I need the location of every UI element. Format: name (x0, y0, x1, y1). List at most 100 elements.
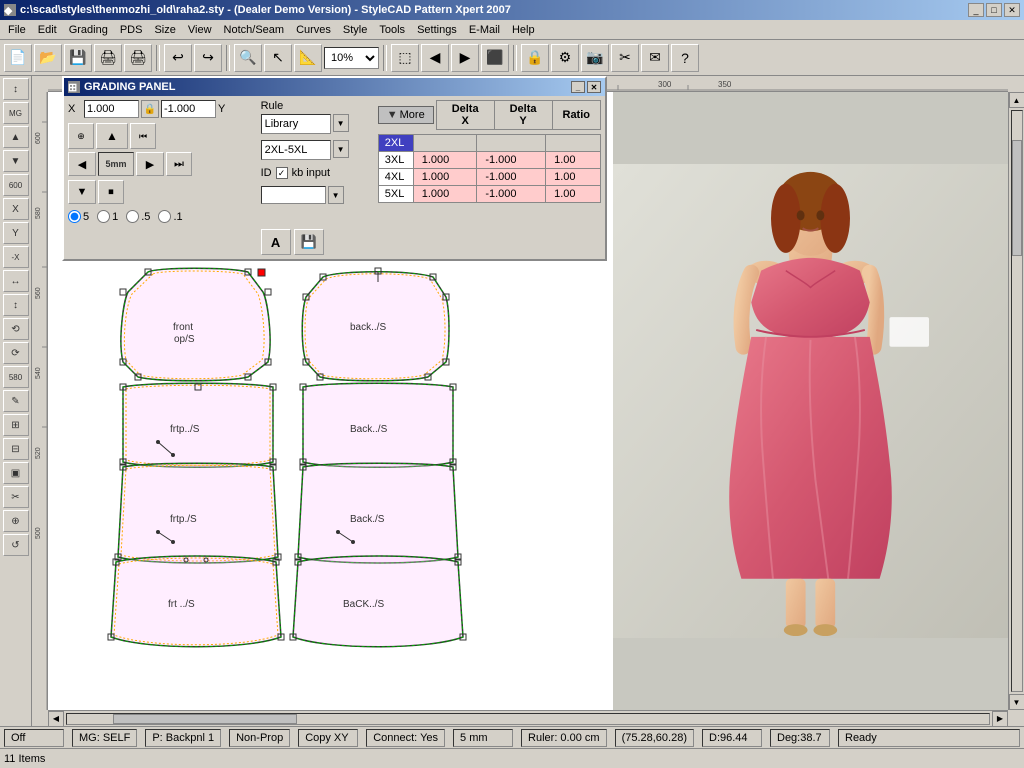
scroll-vtrack[interactable] (1011, 110, 1023, 692)
title-bar: ◆ c:\scad\styles\thenmozhi_old\raha2.sty… (0, 0, 1024, 20)
y-input[interactable] (161, 100, 216, 118)
ctrl-back-btn[interactable]: ⏭ (166, 152, 192, 176)
lt-btn15[interactable]: ⊞ (3, 414, 29, 436)
lt-btn20[interactable]: ↺ (3, 534, 29, 556)
id-input[interactable] (261, 186, 326, 204)
menu-file[interactable]: File (2, 22, 32, 38)
scroll-track[interactable] (66, 713, 990, 725)
tb-btn3[interactable]: ▶ (451, 44, 479, 72)
scroll-vthumb[interactable] (1012, 140, 1022, 256)
email-button[interactable]: ✉ (641, 44, 669, 72)
svg-text:BaCK../S: BaCK../S (343, 599, 384, 610)
tb-btn1[interactable]: ⬚ (391, 44, 419, 72)
menu-size[interactable]: Size (148, 22, 181, 38)
scroll-right-button[interactable]: ▶ (992, 711, 1008, 727)
scroll-left-button[interactable]: ◀ (48, 711, 64, 727)
lt-btn17[interactable]: ▣ (3, 462, 29, 484)
magnify-button[interactable]: 🔍 (234, 44, 262, 72)
nav-left[interactable]: ◀ (68, 152, 96, 176)
measure-button[interactable]: 📐 (294, 44, 322, 72)
lt-btn12[interactable]: ⟳ (3, 342, 29, 364)
scroll-down-button[interactable]: ▼ (1009, 694, 1024, 710)
tb-btn4[interactable]: ⬛ (481, 44, 509, 72)
lock-button[interactable]: 🔒 (141, 100, 159, 118)
lt-btn13[interactable]: 580 (3, 366, 29, 388)
nav-down[interactable]: ▼ (68, 180, 96, 204)
lt-btn11[interactable]: ⟲ (3, 318, 29, 340)
menu-email[interactable]: E-Mail (463, 22, 506, 38)
lt-btn10[interactable]: ↕ (3, 294, 29, 316)
radio-5[interactable]: 5 (68, 210, 89, 223)
print2-button[interactable]: 🖨 (124, 44, 152, 72)
help-button[interactable]: ? (671, 44, 699, 72)
maximize-button[interactable]: □ (986, 3, 1002, 17)
lt-btn8[interactable]: -X (3, 246, 29, 268)
ctrl-btn1[interactable]: ⊕ (68, 123, 94, 149)
tb-btn5[interactable]: ⚙ (551, 44, 579, 72)
lt-btn5[interactable]: 600 (3, 174, 29, 196)
nav-right[interactable]: ▶ (136, 152, 164, 176)
cursor-button[interactable]: ↖ (264, 44, 292, 72)
th-deltax: Delta X (436, 101, 494, 130)
panel-close[interactable]: ✕ (587, 81, 601, 93)
menu-tools[interactable]: Tools (373, 22, 411, 38)
radio-tenth[interactable]: .1 (158, 210, 182, 223)
open-button[interactable]: 📂 (34, 44, 62, 72)
lt-btn9[interactable]: ↔ (3, 270, 29, 292)
menu-style[interactable]: Style (337, 22, 373, 38)
menu-curves[interactable]: Curves (290, 22, 337, 38)
scrollbar-vertical[interactable]: ▲ ▼ (1008, 92, 1024, 710)
menu-notch-seam[interactable]: Notch/Seam (218, 22, 291, 38)
a-button[interactable]: A (261, 229, 291, 255)
close-button[interactable]: ✕ (1004, 3, 1020, 17)
lock-button[interactable]: 🔒 (521, 44, 549, 72)
lt-btn19[interactable]: ⊕ (3, 510, 29, 532)
x-input[interactable] (84, 100, 139, 118)
tb-btn2[interactable]: ◀ (421, 44, 449, 72)
lt-btn2[interactable]: MG (3, 102, 29, 124)
library-dropdown[interactable]: ▼ (333, 114, 349, 132)
lt-btn14[interactable]: ✎ (3, 390, 29, 412)
lt-btn18[interactable]: ✂ (3, 486, 29, 508)
lt-btn7[interactable]: Y (3, 222, 29, 244)
nav-row2: ▼ ⏹ (68, 180, 257, 204)
size-dropdown[interactable]: ▼ (333, 140, 349, 158)
save-button[interactable]: 💾 (64, 44, 92, 72)
zoom-select[interactable]: 10% 25% 50% 100% (324, 47, 379, 69)
tb-btn6[interactable]: ✂ (611, 44, 639, 72)
ctrl-btn2[interactable]: ▲ (96, 123, 128, 149)
menu-bar: File Edit Grading PDS Size View Notch/Se… (0, 20, 1024, 40)
new-button[interactable]: 📄 (4, 44, 32, 72)
more-button[interactable]: ▼ More (378, 106, 434, 124)
undo-button[interactable]: ↩ (164, 44, 192, 72)
left-toolbar: ↕ MG ▲ ▼ 600 X Y -X ↔ ↕ ⟲ ⟳ 580 ✎ ⊞ ⊟ ▣ … (0, 76, 32, 726)
ctrl-btn3[interactable]: ⏮ (130, 123, 156, 149)
lt-btn16[interactable]: ⊟ (3, 438, 29, 460)
lt-btn3[interactable]: ▲ (3, 126, 29, 148)
ctrl-stop-btn[interactable]: ⏹ (98, 180, 124, 204)
menu-edit[interactable]: Edit (32, 22, 63, 38)
id-dropdown[interactable]: ▼ (328, 186, 344, 204)
menu-settings[interactable]: Settings (411, 22, 463, 38)
radio-half[interactable]: .5 (126, 210, 150, 223)
items-bar: 11 Items (0, 748, 1024, 768)
menu-grading[interactable]: Grading (63, 22, 114, 38)
print-button[interactable]: 🖨 (94, 44, 122, 72)
lt-btn1[interactable]: ↕ (3, 78, 29, 100)
panel-minimize[interactable]: _ (571, 81, 585, 93)
scroll-thumb[interactable] (113, 714, 297, 724)
menu-pds[interactable]: PDS (114, 22, 149, 38)
status-d: D:96.44 (702, 729, 762, 747)
lt-btn4[interactable]: ▼ (3, 150, 29, 172)
kb-checkbox[interactable]: ✓ (276, 167, 288, 179)
radio-1[interactable]: 1 (97, 210, 118, 223)
redo-button[interactable]: ↪ (194, 44, 222, 72)
lt-btn6[interactable]: X (3, 198, 29, 220)
save-grd-button[interactable]: 💾 (294, 229, 324, 255)
menu-view[interactable]: View (182, 22, 218, 38)
scroll-up-button[interactable]: ▲ (1009, 92, 1024, 108)
menu-help[interactable]: Help (506, 22, 541, 38)
camera-button[interactable]: 📷 (581, 44, 609, 72)
scrollbar-horizontal[interactable]: ◀ ▶ (48, 710, 1008, 726)
minimize-button[interactable]: _ (968, 3, 984, 17)
